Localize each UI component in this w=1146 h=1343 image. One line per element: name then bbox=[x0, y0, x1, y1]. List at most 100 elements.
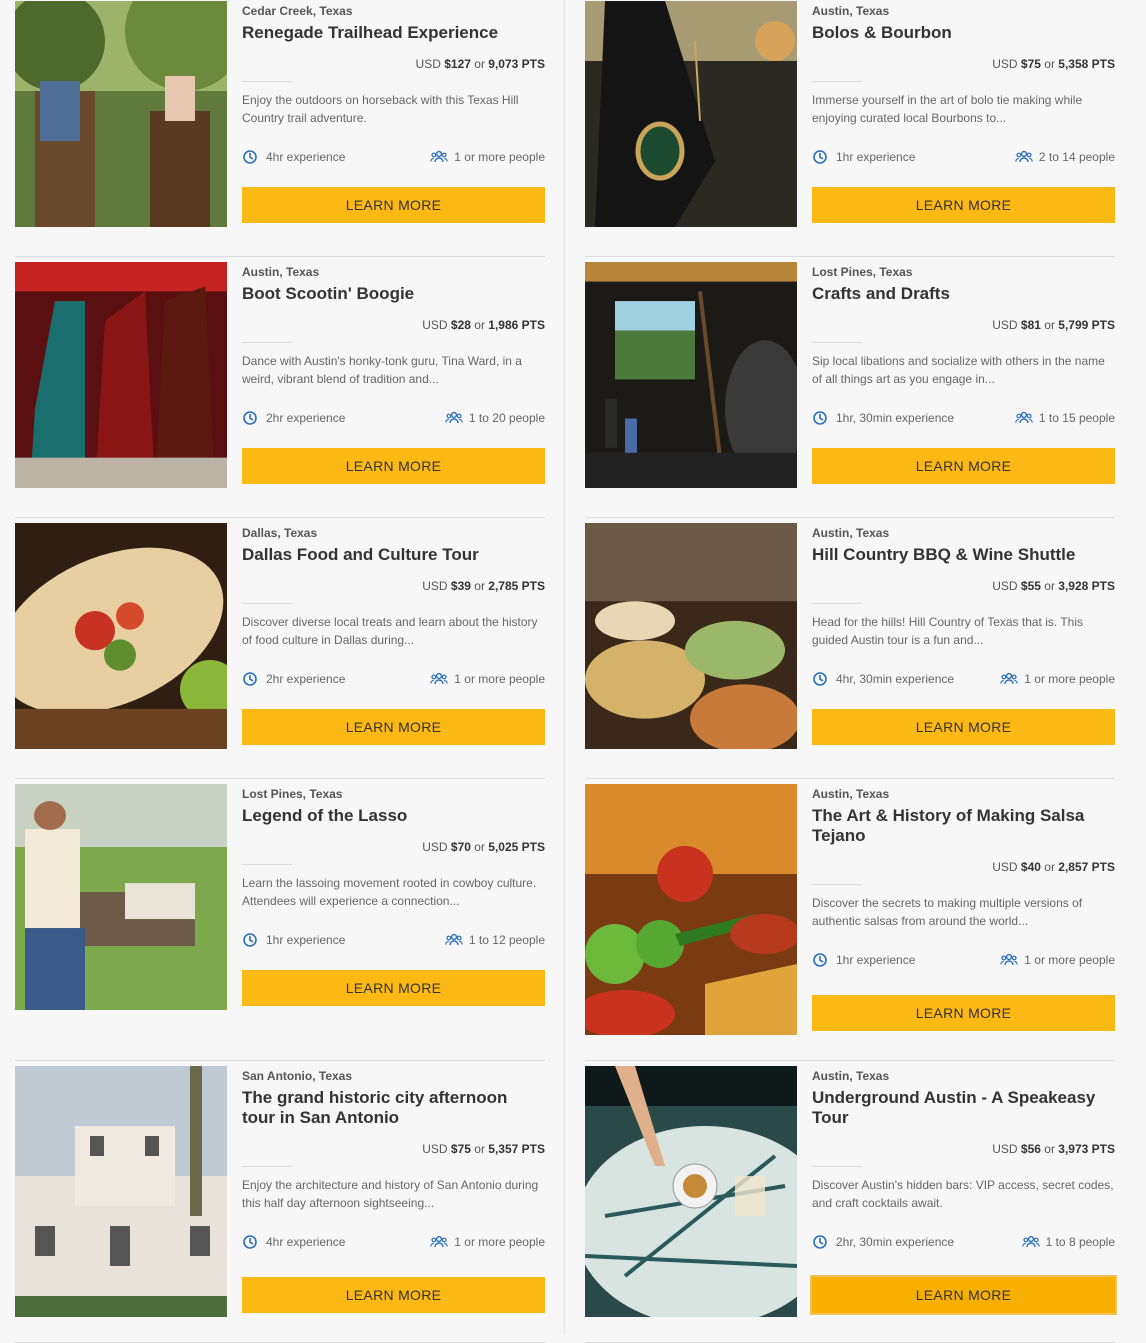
experience-title[interactable]: The Art & History of Making Salsa Tejano bbox=[812, 806, 1115, 846]
group-size: 1 or more people bbox=[1000, 952, 1115, 968]
experience-photo bbox=[585, 784, 797, 1035]
price-amount: $55 bbox=[1020, 579, 1041, 593]
experience-image[interactable] bbox=[15, 784, 227, 1035]
experience-location: Austin, Texas bbox=[812, 526, 890, 540]
price-amount: $127 bbox=[444, 57, 471, 71]
points-unit: PTS bbox=[521, 1142, 545, 1156]
experience-description: Discover the secrets to making multiple … bbox=[812, 896, 1083, 928]
experience-photo bbox=[15, 523, 227, 749]
clock-icon bbox=[242, 149, 258, 165]
experience-title[interactable]: Bolos & Bourbon bbox=[812, 23, 1115, 43]
learn-more-button[interactable]: LEARN MORE bbox=[242, 970, 545, 1006]
learn-more-button[interactable]: LEARN MORE bbox=[242, 1277, 545, 1313]
price-amount: $39 bbox=[450, 579, 471, 593]
experience-image[interactable] bbox=[15, 262, 227, 493]
experience-title[interactable]: Legend of the Lasso bbox=[242, 806, 545, 826]
experience-description: Immerse yourself in the art of bolo tie … bbox=[812, 93, 1083, 125]
experience-photo bbox=[15, 1, 227, 227]
experience-title[interactable]: The grand historic city afternoon tour i… bbox=[242, 1088, 545, 1128]
learn-more-button[interactable]: LEARN MORE bbox=[242, 709, 545, 745]
experience-title[interactable]: Renegade Trailhead Experience bbox=[242, 23, 545, 43]
experience-meta: 4hr, 30min experience 1 or more people bbox=[812, 671, 1115, 689]
experience-card: Austin, Texas Boot Scootin' Boogie USD $… bbox=[15, 257, 545, 518]
points-amount: 2,857 bbox=[1058, 860, 1089, 874]
experience-title[interactable]: Hill Country BBQ & Wine Shuttle bbox=[812, 545, 1115, 565]
separator bbox=[242, 603, 292, 604]
learn-more-button[interactable]: LEARN MORE bbox=[242, 187, 545, 223]
experience-image[interactable] bbox=[15, 1, 227, 227]
experience-meta: 1hr, 30min experience 1 to 15 people bbox=[812, 410, 1115, 428]
experience-meta: 1hr experience 2 to 14 people bbox=[812, 149, 1115, 167]
points-amount: 1,986 bbox=[488, 318, 519, 332]
points-amount: 2,785 bbox=[488, 579, 519, 593]
group-size-text: 1 or more people bbox=[454, 150, 545, 164]
people-icon bbox=[430, 149, 449, 165]
people-icon bbox=[430, 671, 449, 687]
duration-text: 1hr experience bbox=[266, 933, 346, 947]
experience-price: USD $28 or 1,986 PTS bbox=[422, 318, 545, 332]
learn-more-button[interactable]: LEARN MORE bbox=[812, 995, 1115, 1031]
duration: 1hr experience bbox=[812, 149, 915, 165]
points-unit: PTS bbox=[521, 318, 545, 332]
experience-price: USD $81 or 5,799 PTS bbox=[992, 318, 1115, 332]
duration-text: 1hr experience bbox=[836, 150, 916, 164]
clock-icon bbox=[242, 410, 258, 426]
experience-title[interactable]: Dallas Food and Culture Tour bbox=[242, 545, 545, 565]
experience-price: USD $39 or 2,785 PTS bbox=[422, 579, 545, 593]
experience-photo bbox=[585, 1, 797, 227]
duration: 1hr experience bbox=[812, 952, 915, 968]
price-currency: USD bbox=[415, 57, 441, 71]
experience-image[interactable] bbox=[15, 1066, 227, 1317]
clock-icon bbox=[812, 671, 828, 687]
experience-card: Austin, Texas Underground Austin - A Spe… bbox=[585, 1061, 1117, 1343]
experience-image[interactable] bbox=[585, 784, 797, 1035]
group-size-text: 1 or more people bbox=[1024, 953, 1115, 967]
duration-text: 2hr experience bbox=[266, 672, 346, 686]
points-amount: 3,928 bbox=[1058, 579, 1089, 593]
price-amount: $28 bbox=[450, 318, 471, 332]
duration: 1hr experience bbox=[242, 932, 345, 948]
learn-more-button[interactable]: LEARN MORE bbox=[242, 448, 545, 484]
points-unit: PTS bbox=[1091, 57, 1115, 71]
experience-title[interactable]: Underground Austin - A Speakeasy Tour bbox=[812, 1088, 1115, 1128]
experience-price: USD $70 or 5,025 PTS bbox=[422, 840, 545, 854]
points-unit: PTS bbox=[1091, 860, 1115, 874]
learn-more-button[interactable]: LEARN MORE bbox=[812, 187, 1115, 223]
experience-price: USD $75 or 5,357 PTS bbox=[422, 1142, 545, 1156]
duration-text: 2hr, 30min experience bbox=[836, 1235, 955, 1249]
experience-location: Dallas, Texas bbox=[242, 526, 318, 540]
experience-image[interactable] bbox=[585, 523, 797, 754]
price-or: or bbox=[474, 318, 485, 332]
group-size-text: 1 to 12 people bbox=[468, 933, 545, 947]
clock-icon bbox=[812, 952, 828, 968]
points-unit: PTS bbox=[521, 840, 545, 854]
price-currency: USD bbox=[992, 1142, 1018, 1156]
duration-text: 4hr experience bbox=[266, 150, 346, 164]
experience-image[interactable] bbox=[15, 523, 227, 754]
experience-location: Lost Pines, Texas bbox=[812, 265, 913, 279]
experience-card: Austin, Texas Hill Country BBQ & Wine Sh… bbox=[585, 518, 1115, 779]
group-size-text: 1 or more people bbox=[454, 1235, 545, 1249]
group-size: 1 or more people bbox=[1000, 671, 1115, 687]
experience-photo bbox=[15, 1066, 227, 1317]
group-size: 1 to 12 people bbox=[445, 932, 545, 948]
separator bbox=[812, 603, 862, 604]
experience-location: Austin, Texas bbox=[812, 787, 890, 801]
duration-text: 2hr experience bbox=[266, 411, 346, 425]
learn-more-button[interactable]: LEARN MORE bbox=[812, 709, 1115, 745]
experience-card: Dallas, Texas Dallas Food and Culture To… bbox=[15, 518, 545, 779]
price-currency: USD bbox=[992, 579, 1018, 593]
experience-description: Discover Austin's hidden bars: VIP acces… bbox=[812, 1178, 1114, 1210]
experience-title[interactable]: Boot Scootin' Boogie bbox=[242, 284, 545, 304]
experience-image[interactable] bbox=[585, 1066, 797, 1317]
experience-price: USD $40 or 2,857 PTS bbox=[992, 860, 1115, 874]
clock-icon bbox=[812, 1234, 828, 1250]
learn-more-button[interactable]: LEARN MORE bbox=[812, 448, 1115, 484]
experience-image[interactable] bbox=[585, 262, 797, 493]
learn-more-button[interactable]: LEARN MORE bbox=[810, 1275, 1117, 1315]
duration: 1hr, 30min experience bbox=[812, 410, 954, 426]
experience-image[interactable] bbox=[585, 1, 797, 227]
group-size: 2 to 14 people bbox=[1015, 149, 1115, 165]
price-amount: $81 bbox=[1020, 318, 1041, 332]
experience-title[interactable]: Crafts and Drafts bbox=[812, 284, 1115, 304]
